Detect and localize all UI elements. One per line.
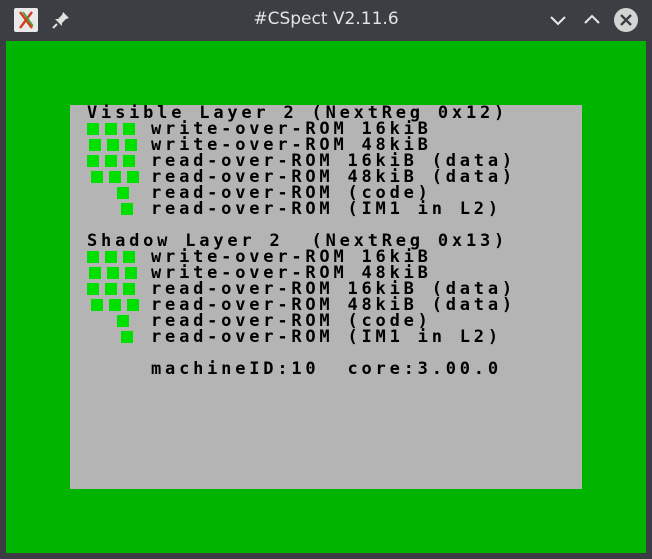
close-button[interactable] [614,8,638,32]
indicator-icon [87,155,135,167]
emulator-screen[interactable]: Visible Layer 2 (NextReg 0x12) write-ove… [6,41,646,553]
indicator-icon [87,123,135,135]
machine-info: machineID:10 core:3.00.0 [151,359,502,379]
indicator-icon [91,171,139,183]
indicator-icon [89,139,137,151]
title-bar: #CSpect V2.11.6 [0,0,652,41]
close-icon [620,14,632,26]
indicator-icon [91,299,139,311]
chevron-up-icon[interactable] [581,9,603,31]
indicator-icon [121,331,133,343]
indicator-icon [89,267,137,279]
indicator-icon [117,187,129,199]
indicator-icon [117,315,129,327]
paper-area: Visible Layer 2 (NextReg 0x12) write-ove… [70,105,582,489]
indicator-icon [121,203,133,215]
chevron-down-icon[interactable] [547,9,569,31]
shadow-row: read-over-ROM (IM1 in L2) [70,327,582,347]
row-label: read-over-ROM (IM1 in L2) [151,327,502,347]
indicator-icon [87,283,135,295]
visible-row: read-over-ROM (IM1 in L2) [70,199,582,219]
indicator-icon [87,251,135,263]
row-label: read-over-ROM (IM1 in L2) [151,199,502,219]
